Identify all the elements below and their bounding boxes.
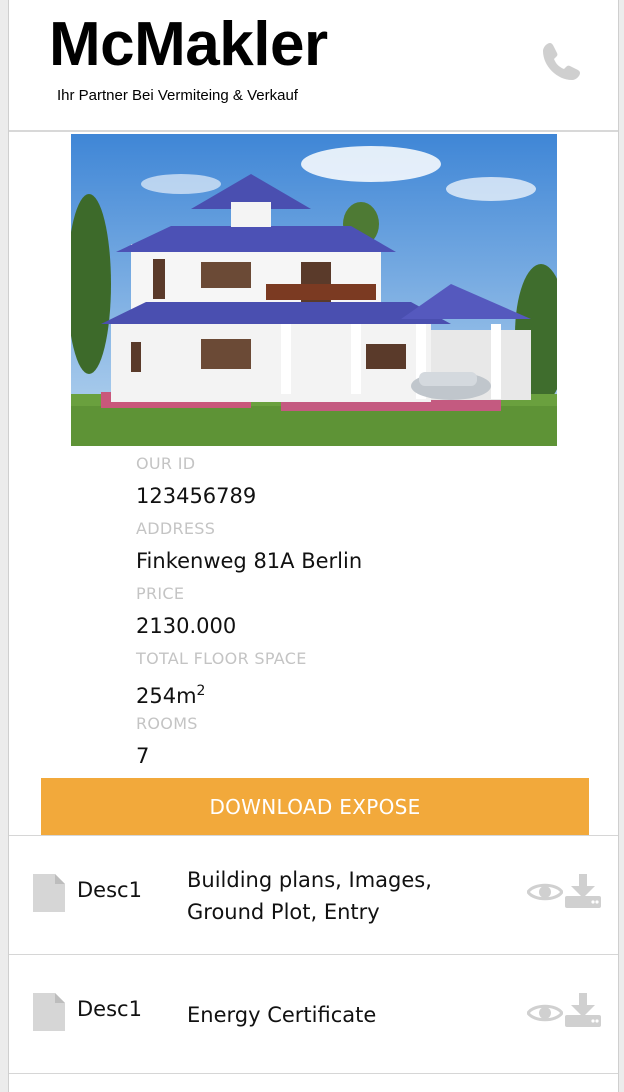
property-image bbox=[71, 134, 557, 446]
price-label: PRICE bbox=[136, 584, 185, 603]
address-label: ADDRESS bbox=[136, 519, 216, 538]
phone-icon[interactable] bbox=[537, 38, 585, 86]
rooms-label: ROOMS bbox=[136, 714, 198, 733]
document-row: Desc1 Energy Certificate bbox=[9, 954, 618, 1074]
document-row: Desc1 Building plans, Images, Ground Plo… bbox=[9, 835, 618, 954]
download-icon[interactable] bbox=[565, 874, 601, 908]
rooms-value: 7 bbox=[136, 744, 150, 768]
document-description-line: Energy Certificate bbox=[187, 1003, 377, 1027]
download-expose-button[interactable]: DOWNLOAD EXPOSE bbox=[41, 778, 589, 835]
document-description-line: Building plans, Images, bbox=[187, 868, 432, 892]
document-description-line: Ground Plot, Entry bbox=[187, 900, 380, 924]
document-list: Desc1 Building plans, Images, Ground Plo… bbox=[9, 835, 618, 1074]
address-value: Finkenweg 81A Berlin bbox=[136, 549, 363, 573]
eye-icon[interactable] bbox=[527, 880, 563, 904]
floor-space-label: TOTAL FLOOR SPACE bbox=[136, 649, 307, 668]
document-description: Building plans, Images, Ground Plot, Ent… bbox=[187, 864, 497, 928]
file-icon bbox=[33, 874, 65, 912]
document-name: Desc1 bbox=[77, 878, 142, 902]
tagline: Ihr Partner Bei Vermiteing & Verkauf bbox=[57, 87, 298, 104]
eye-icon[interactable] bbox=[527, 1001, 563, 1025]
document-name: Desc1 bbox=[77, 997, 142, 1021]
app-frame: McMakler Ihr Partner Bei Vermiteing & Ve… bbox=[8, 0, 619, 1092]
document-description: Energy Certificate bbox=[187, 999, 497, 1031]
price-value: 2130.000 bbox=[136, 614, 237, 638]
floor-space-value: 254m2 bbox=[136, 671, 556, 712]
logo[interactable]: McMakler bbox=[49, 12, 328, 78]
floor-space-number: 254m bbox=[136, 684, 197, 708]
id-value: 123456789 bbox=[136, 484, 257, 508]
header: McMakler Ihr Partner Bei Vermiteing & Ve… bbox=[9, 0, 618, 132]
floor-space-unit-exponent: 2 bbox=[196, 683, 206, 699]
property-info: OUR ID 123456789 ADDRESS Finkenweg 81A B… bbox=[136, 452, 556, 777]
download-icon[interactable] bbox=[565, 993, 601, 1027]
file-icon bbox=[33, 993, 65, 1031]
id-label: OUR ID bbox=[136, 454, 196, 473]
